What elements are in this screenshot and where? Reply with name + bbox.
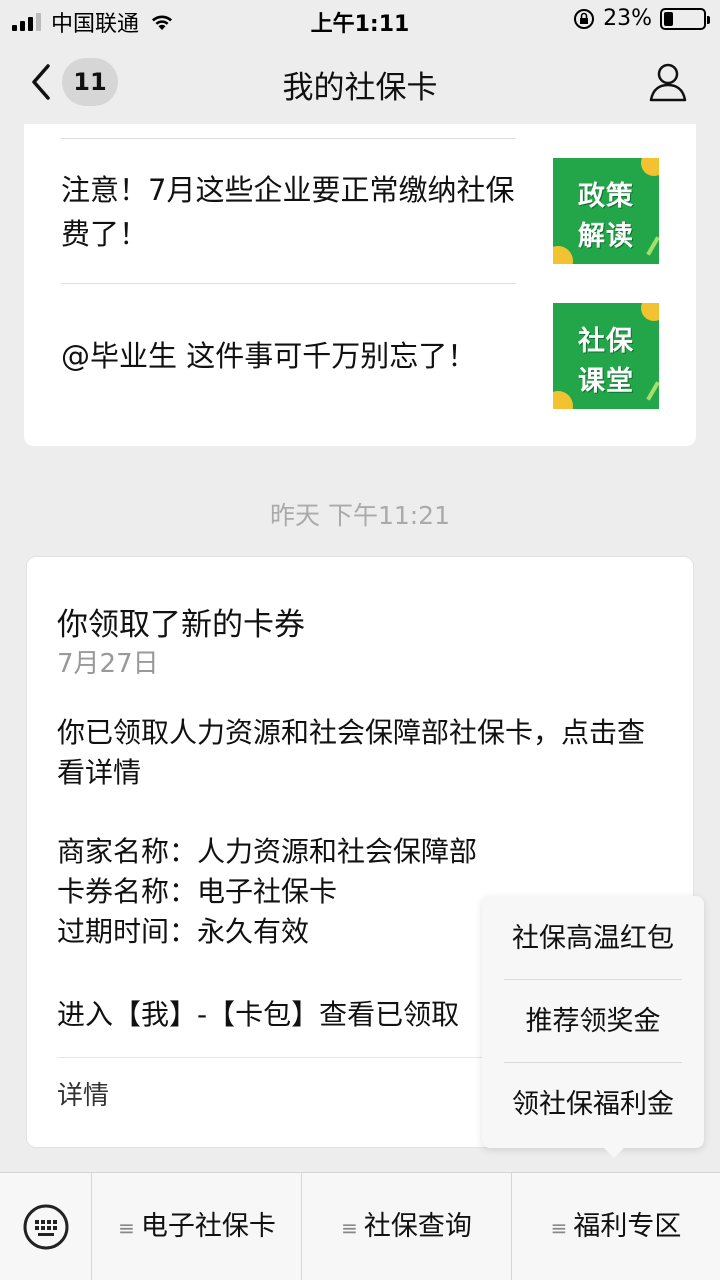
menu-lines-icon: ≡	[550, 1216, 568, 1240]
expire-row: 过期时间：永久有效	[57, 913, 309, 951]
notice-date: 7月27日	[57, 649, 159, 679]
tab-label: 社保查询	[363, 1211, 472, 1242]
bottom-menu-bar: ≡ 电子社保卡 ≡ 社保查询 ≡ 福利专区	[0, 1172, 720, 1280]
divider	[61, 283, 516, 284]
battery-percent: 23%	[603, 6, 652, 31]
keyboard-toggle-button[interactable]	[0, 1173, 92, 1280]
person-icon[interactable]	[648, 60, 688, 104]
notice-enter-text: 进入【我】-【卡包】查看已领取	[57, 998, 460, 1031]
class-thumbnail[interactable]: 社保 课堂	[553, 303, 659, 409]
card-name-value: 电子社保卡	[197, 875, 338, 908]
message-timestamp: 昨天 下午11:21	[270, 501, 450, 530]
status-bar: 中国联通 上午1:11 23%	[0, 0, 720, 40]
merchant-row: 商家名称：人力资源和社会保障部	[57, 833, 477, 871]
article-card: 注意！7月这些企业要正常缴纳社保费了！ 政策 解读 @毕业生 这件事可千万别忘了…	[24, 124, 696, 446]
merchant-label: 商家名称：	[57, 835, 198, 868]
tab-label: 福利专区	[573, 1211, 682, 1242]
thumb-text: 课堂	[578, 366, 634, 397]
expire-value: 永久有效	[197, 915, 310, 948]
welfare-popup-menu: 社保高温红包 推荐领奖金 领社保福利金	[482, 896, 704, 1158]
menu-item-referral-bonus[interactable]: 推荐领奖金	[482, 981, 704, 1063]
divider	[61, 138, 516, 139]
battery-icon	[660, 7, 710, 30]
menu-item-welfare-fund[interactable]: 领社保福利金	[482, 1064, 704, 1146]
notice-title: 你领取了新的卡券	[57, 607, 305, 643]
thumb-text: 解读	[578, 221, 634, 252]
article-title-2[interactable]: @毕业生 这件事可千万别忘了！	[61, 334, 531, 378]
tab-welfare[interactable]: ≡ 福利专区	[512, 1173, 720, 1280]
nav-bar: 11 我的社保卡	[0, 40, 720, 124]
menu-lines-icon: ≡	[341, 1216, 358, 1240]
thumb-text: 社保	[578, 326, 634, 357]
expire-label: 过期时间：	[57, 915, 198, 948]
notice-description: 你已领取人力资源和社会保障部社保卡，点击查看详情	[57, 716, 646, 789]
article-title-1[interactable]: 注意！7月这些企业要正常缴纳社保费了！	[61, 168, 531, 256]
menu-item-heat-bonus[interactable]: 社保高温红包	[482, 898, 704, 980]
divider	[504, 1062, 682, 1063]
tab-label: 电子社保卡	[140, 1211, 276, 1242]
merchant-value: 人力资源和社会保障部	[197, 835, 478, 868]
divider	[504, 979, 682, 980]
policy-thumbnail[interactable]: 政策 解读	[553, 158, 659, 264]
orientation-lock-icon	[574, 8, 595, 29]
tab-e-card[interactable]: ≡ 电子社保卡	[93, 1173, 301, 1280]
tab-query[interactable]: ≡ 社保查询	[302, 1173, 511, 1280]
card-name-row: 卡券名称：电子社保卡	[57, 873, 337, 911]
thumb-text: 政策	[578, 181, 634, 212]
page-title: 我的社保卡	[282, 70, 438, 106]
detail-link[interactable]: 详情	[57, 1075, 109, 1112]
keyboard-icon	[23, 1204, 69, 1250]
menu-lines-icon: ≡	[118, 1216, 135, 1240]
card-name-label: 卡券名称：	[57, 875, 198, 908]
